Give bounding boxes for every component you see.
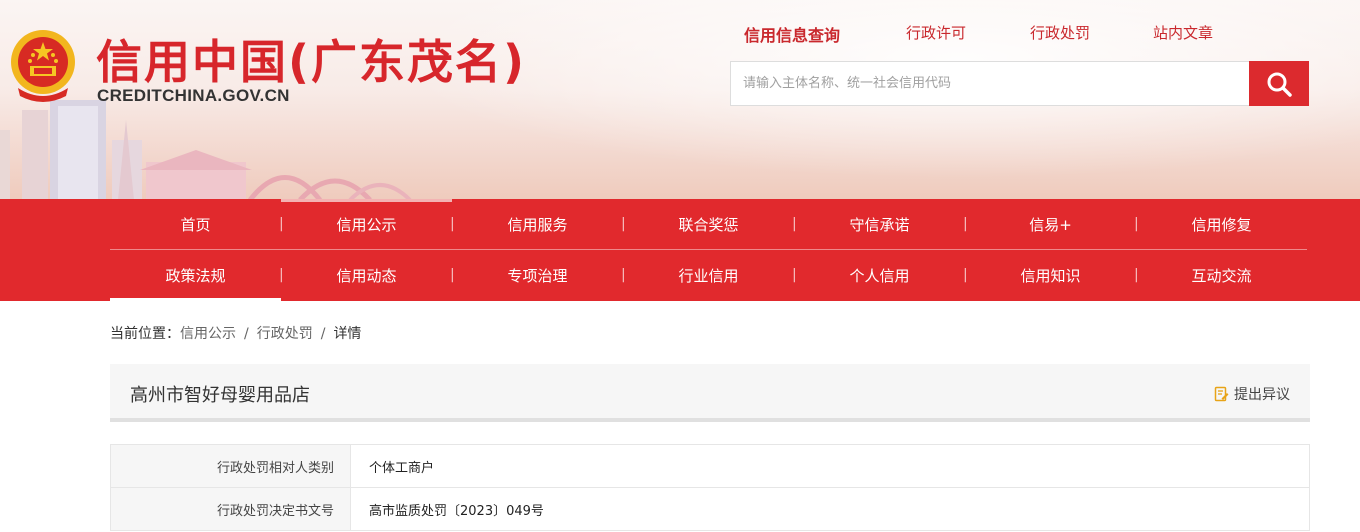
city-skyline-illustration: [0, 100, 412, 199]
penalty-detail-table: 行政处罚相对人类别 个体工商户 行政处罚决定书文号 高市监质处罚〔2023〕04…: [110, 444, 1310, 531]
row-label-decision-number: 行政处罚决定书文号: [110, 487, 351, 531]
row-value-party-type: 个体工商户: [350, 444, 1310, 488]
breadcrumb: 当前位置：信用公示 / 行政处罚 / 详情: [110, 323, 361, 343]
site-domain: CREDITCHINA.GOV.CN: [97, 86, 290, 105]
entity-name: 高州市智好母婴用品店: [130, 385, 310, 406]
breadcrumb-prefix: 当前位置：: [110, 326, 180, 342]
top-link-credit-query[interactable]: 信用信息查询: [744, 22, 840, 46]
nav-item-special-governance[interactable]: 专项治理: [452, 250, 623, 300]
site-title: 信用中国(广东茂名): [96, 35, 527, 89]
breadcrumb-current: 详情: [333, 326, 362, 342]
nav-item-credit-easy-plus[interactable]: 信易+: [965, 199, 1136, 249]
nav-item-credit-disclosure[interactable]: 信用公示: [281, 199, 452, 249]
breadcrumb-item-admin-penalty[interactable]: 行政处罚: [257, 326, 313, 342]
row-label-party-type: 行政处罚相对人类别: [110, 444, 351, 488]
breadcrumb-item-credit-disclosure[interactable]: 信用公示: [180, 326, 236, 342]
table-row: 行政处罚决定书文号 高市监质处罚〔2023〕049号: [110, 487, 1310, 531]
nav-item-personal-credit[interactable]: 个人信用: [794, 250, 965, 300]
nav-item-credit-repair[interactable]: 信用修复: [1136, 199, 1307, 249]
top-link-site-articles[interactable]: 站内文章: [1153, 22, 1213, 43]
top-link-admin-license[interactable]: 行政许可: [906, 22, 966, 43]
table-row: 行政处罚相对人类别 个体工商户: [110, 444, 1310, 488]
national-emblem-icon: [11, 30, 75, 102]
row-value-decision-number: 高市监质处罚〔2023〕049号: [350, 487, 1310, 531]
nav-row-1: 首页 信用公示 信用服务 联合奖惩 守信承诺 信易+ 信用修复: [110, 199, 1307, 249]
nav-item-credit-knowledge[interactable]: 信用知识: [965, 250, 1136, 300]
breadcrumb-separator: /: [244, 326, 249, 342]
search-button[interactable]: [1249, 61, 1309, 106]
nav-item-interaction[interactable]: 互动交流: [1136, 250, 1307, 300]
nav-item-industry-credit[interactable]: 行业信用: [623, 250, 794, 300]
site-header: 信用中国(广东茂名) CREDITCHINA.GOV.CN 信用信息查询 行政许…: [0, 0, 1360, 199]
objection-label: 提出异议: [1234, 387, 1290, 403]
entity-title-bar: 高州市智好母婴用品店 提出异议: [110, 364, 1310, 422]
breadcrumb-separator: /: [320, 326, 326, 342]
nav-item-home[interactable]: 首页: [110, 199, 281, 249]
nav-item-credit-commitment[interactable]: 守信承诺: [794, 199, 965, 249]
nav-row-2: 政策法规 信用动态 专项治理 行业信用 个人信用 信用知识 互动交流: [110, 250, 1307, 301]
main-nav: 首页 信用公示 信用服务 联合奖惩 守信承诺 信易+ 信用修复 政策法规 信用动…: [0, 199, 1360, 301]
search-input[interactable]: [730, 61, 1250, 106]
top-link-admin-penalty[interactable]: 行政处罚: [1030, 22, 1090, 43]
nav-item-policy-law[interactable]: 政策法规: [110, 250, 281, 301]
nav-item-joint-reward-punish[interactable]: 联合奖惩: [623, 199, 794, 249]
nav-item-credit-news[interactable]: 信用动态: [281, 250, 452, 300]
raise-objection-button[interactable]: 提出异议: [1214, 384, 1290, 404]
search-icon: [1267, 72, 1292, 97]
objection-edit-icon: [1214, 386, 1229, 402]
nav-item-credit-service[interactable]: 信用服务: [452, 199, 623, 249]
